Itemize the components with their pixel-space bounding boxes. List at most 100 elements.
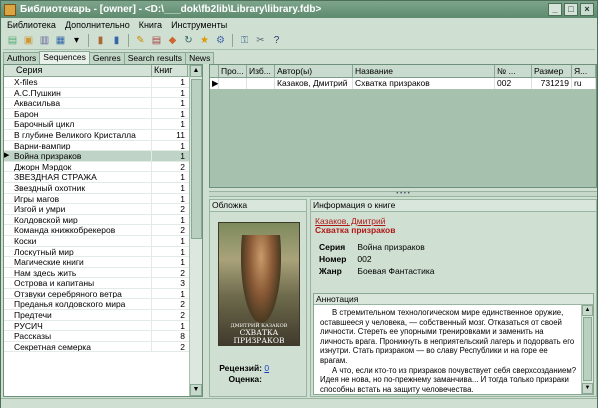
series-count: 1: [180, 151, 185, 162]
list-item[interactable]: ▶ Война призраков 1: [4, 151, 202, 162]
list-item[interactable]: Джорн Мэрдок 2: [4, 161, 202, 173]
list-item[interactable]: ЗВЕЗДНАЯ СТРАЖА 1: [4, 172, 202, 183]
list-item[interactable]: Аквасильва 1: [4, 98, 202, 109]
col-header-size[interactable]: Размер: [532, 65, 572, 77]
book-title: Схватка призраков: [315, 225, 396, 235]
list-item[interactable]: Секретная семерка 2: [4, 341, 202, 353]
col-header-authors[interactable]: Автор(ы): [275, 65, 353, 77]
maximize-button[interactable]: □: [564, 3, 578, 16]
annotation-scrollbar[interactable]: ▲ ▼: [581, 305, 593, 394]
series-count: 2: [180, 161, 185, 172]
new-icon[interactable]: ▤: [5, 33, 20, 48]
key-icon[interactable]: ⚿: [237, 33, 252, 48]
menu-tools[interactable]: Инструменты: [171, 20, 227, 30]
tab-genres[interactable]: Genres: [88, 52, 125, 64]
edit-icon[interactable]: ✎: [133, 33, 148, 48]
list-item[interactable]: В глубине Великого Кристалла 11: [4, 129, 202, 141]
toolbar-separator: [232, 34, 236, 47]
tab-search-results[interactable]: Search results: [123, 52, 187, 64]
minimize-button[interactable]: _: [548, 3, 562, 16]
doc-icon[interactable]: ▥: [37, 33, 52, 48]
list-item[interactable]: Острова и капитаны 3: [4, 278, 202, 289]
cover-title-text: СХВАТКА ПРИЗРАКОВ: [233, 328, 285, 345]
list-item[interactable]: Колдовской мир 1: [4, 214, 202, 226]
reviews-link[interactable]: 0: [264, 363, 269, 373]
list-item[interactable]: Барон 1: [4, 108, 202, 120]
book-icon[interactable]: ▮: [93, 33, 108, 48]
genre-label: Жанр: [319, 266, 342, 276]
books-table: Про... Изб... Автор(ы) Название № ... Ра…: [209, 64, 597, 188]
help-icon[interactable]: ?: [269, 33, 284, 48]
series-name: Изгой и умри: [10, 204, 152, 214]
annotation-box[interactable]: Аннотация В стремительном технологическо…: [313, 293, 594, 395]
close-button[interactable]: ×: [580, 3, 594, 16]
series-name: Аквасильва: [10, 98, 152, 108]
list-item[interactable]: Магические книги 1: [4, 257, 202, 268]
scroll-thumb[interactable]: [191, 79, 202, 239]
tab-strip: Authors Sequences Genres Search results …: [3, 51, 215, 64]
tab-news[interactable]: News: [185, 52, 215, 64]
menu-library[interactable]: Библиотека: [7, 20, 56, 30]
list-item[interactable]: Игры магов 1: [4, 193, 202, 205]
list-item[interactable]: Команда книжкобрекеров 2: [4, 225, 202, 236]
list-item[interactable]: Барочный цикл 1: [4, 119, 202, 130]
open-icon[interactable]: ▣: [21, 33, 36, 48]
series-count: 1: [180, 214, 185, 225]
refresh-icon[interactable]: ↻: [181, 33, 196, 48]
series-name: Предтечи: [10, 310, 152, 320]
row-indicator: ▶: [212, 78, 219, 89]
annotation-paragraph: В стремительном технологическом мире еди…: [320, 308, 575, 365]
tab-authors[interactable]: Authors: [3, 52, 41, 64]
col-header-count[interactable]: Книг: [152, 65, 188, 76]
series-scrollbar[interactable]: ▲ ▼: [189, 65, 202, 396]
list-item[interactable]: X-files 1: [4, 77, 202, 88]
menu-extra[interactable]: Дополнительно: [65, 20, 130, 30]
col-header-indicator[interactable]: [210, 65, 219, 77]
cell-title: Схватка призраков: [353, 78, 495, 89]
annotation-text: В стремительном технологическом мире еди…: [314, 305, 593, 394]
scroll-down-arrow-icon[interactable]: ▼: [582, 383, 593, 394]
scroll-up-arrow-icon[interactable]: ▲: [582, 305, 593, 316]
book2-icon[interactable]: ▮: [109, 33, 124, 48]
filter-icon[interactable]: ◆: [165, 33, 180, 48]
series-name: Острова и капитаны: [10, 278, 152, 288]
star-icon[interactable]: ★: [197, 33, 212, 48]
list-item[interactable]: Нам здесь жить 2: [4, 267, 202, 279]
col-header-series[interactable]: Серия: [4, 65, 152, 76]
series-count: 8: [180, 331, 185, 342]
tools-icon[interactable]: ✂: [253, 33, 268, 48]
table-row[interactable]: ▶ Казаков, Дмитрий Схватка призраков 002…: [210, 78, 596, 90]
menu-book[interactable]: Книга: [139, 20, 162, 30]
list-item[interactable]: А.С.Пушкин 1: [4, 87, 202, 99]
col-header-progress[interactable]: Про...: [219, 65, 247, 77]
title-bar[interactable]: Библиотекарь - [owner] - <D:\___dok\fb2l…: [1, 1, 597, 18]
col-header-lang[interactable]: Я...: [572, 65, 596, 77]
list-item[interactable]: Коски 1: [4, 235, 202, 247]
col-header-number[interactable]: № ...: [495, 65, 532, 77]
list-item[interactable]: Звездный охотник 1: [4, 182, 202, 194]
list-item[interactable]: Преданья колдовского мира 2: [4, 299, 202, 311]
tab-sequences[interactable]: Sequences: [39, 51, 90, 64]
series-count: 1: [180, 119, 185, 130]
list-item[interactable]: Отзвуки серебряного ветра 1: [4, 288, 202, 300]
scroll-down-arrow-icon[interactable]: ▼: [190, 384, 202, 396]
list-item[interactable]: Предтечи 2: [4, 310, 202, 321]
list-item[interactable]: РУСИЧ 1: [4, 320, 202, 332]
app-window: Библиотекарь - [owner] - <D:\___dok\fb2l…: [0, 0, 598, 408]
list-item[interactable]: Изгой и умри 2: [4, 204, 202, 215]
window-title: Библиотекарь - [owner] - <D:\___dok\fb2l…: [20, 4, 322, 15]
list-item[interactable]: Рассказы 8: [4, 331, 202, 342]
add-icon[interactable]: ▦: [53, 33, 68, 48]
settings-icon[interactable]: ⚙: [213, 33, 228, 48]
scroll-up-arrow-icon[interactable]: ▲: [190, 65, 202, 77]
list-item[interactable]: Лоскутный мир 1: [4, 246, 202, 258]
col-header-favorite[interactable]: Изб...: [247, 65, 275, 77]
col-header-title[interactable]: Название: [353, 65, 495, 77]
read-icon[interactable]: ▤: [149, 33, 164, 48]
dropdown-icon[interactable]: ▾: [69, 33, 84, 48]
splitter-handle[interactable]: • • • •: [209, 191, 597, 197]
series-name: X-files: [10, 77, 152, 87]
list-item[interactable]: Варни-вампир 1: [4, 140, 202, 152]
scroll-thumb[interactable]: [583, 317, 592, 381]
rating-label: Оценка:: [228, 374, 262, 384]
